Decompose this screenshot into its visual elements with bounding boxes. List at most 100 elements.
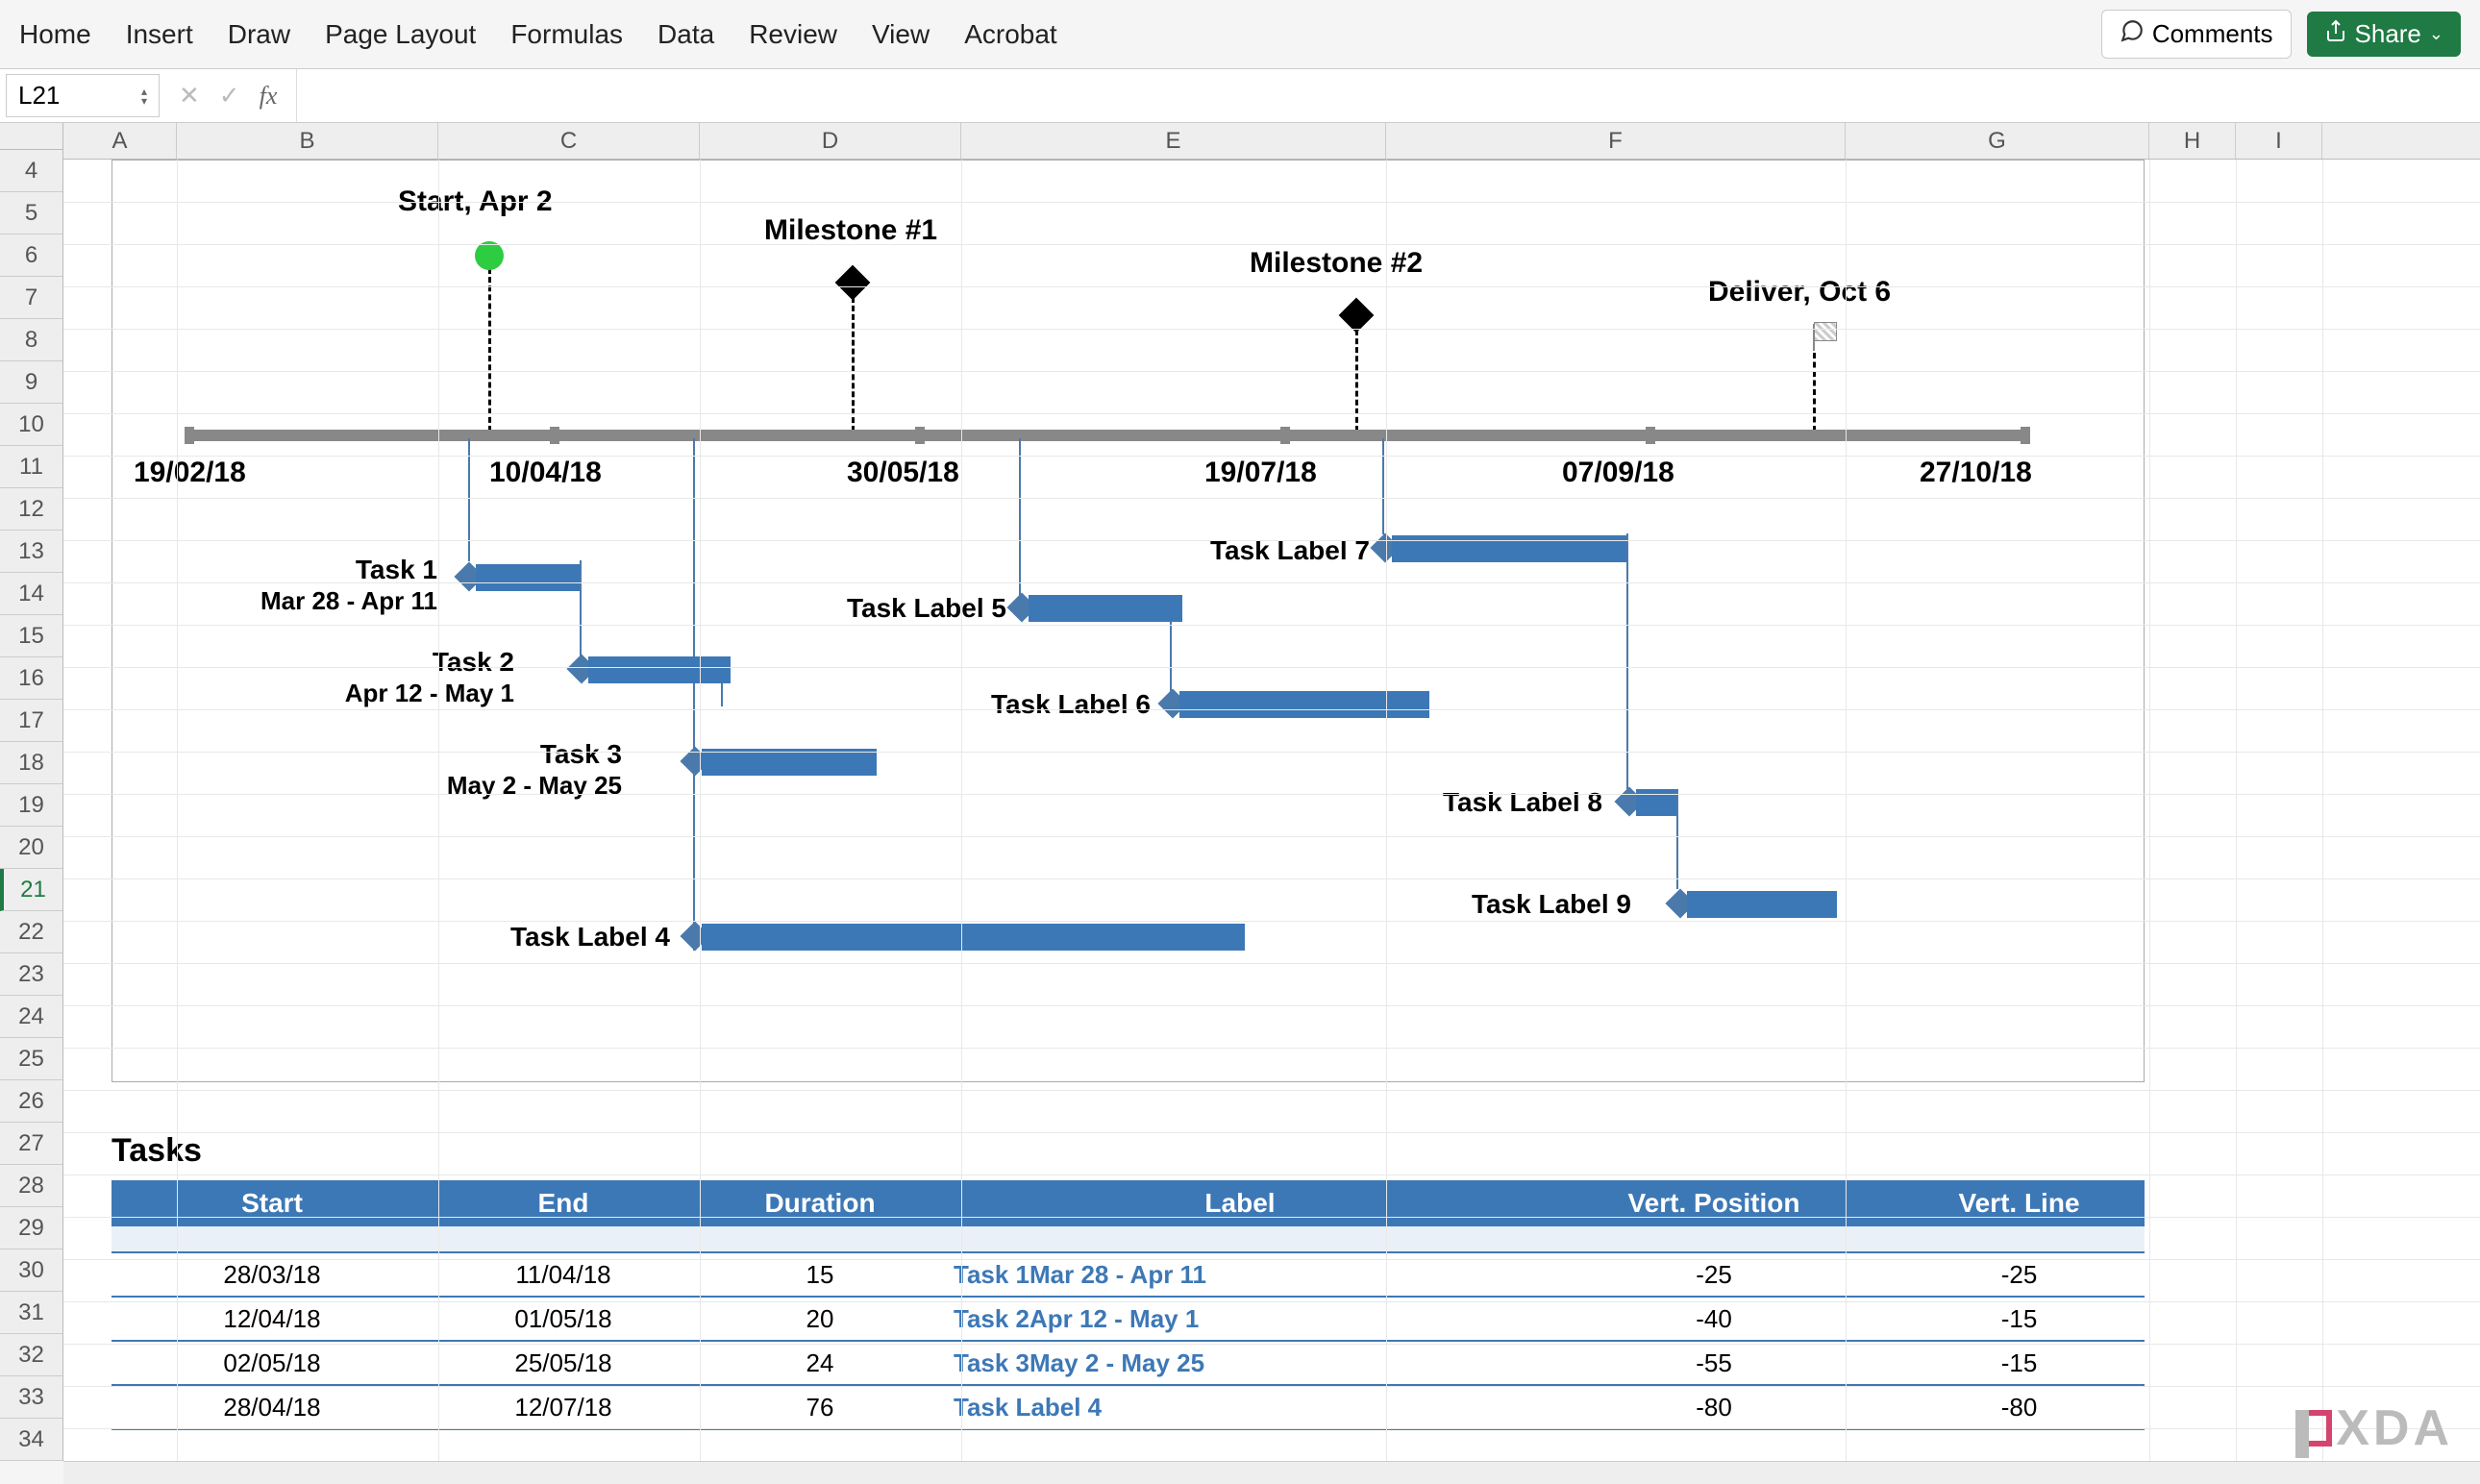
cell-duration[interactable]: 20 <box>694 1304 946 1334</box>
row-header-28[interactable]: 28 <box>0 1165 62 1207</box>
table-row[interactable]: 12/04/1801/05/1820Task 2Apr 12 - May 1-4… <box>112 1298 2145 1342</box>
tab-home[interactable]: Home <box>19 19 91 50</box>
row-header-20[interactable]: 20 <box>0 827 62 869</box>
cell-vert-line[interactable]: -80 <box>1894 1393 2145 1422</box>
formula-input[interactable] <box>296 69 2480 122</box>
row-header-23[interactable]: 23 <box>0 953 62 996</box>
tab-page-layout[interactable]: Page Layout <box>325 19 476 50</box>
th-end[interactable]: End <box>433 1188 694 1219</box>
cell-label[interactable]: Task 3May 2 - May 25 <box>946 1348 1534 1378</box>
col-header-A[interactable]: A <box>63 123 177 159</box>
tab-acrobat[interactable]: Acrobat <box>964 19 1057 50</box>
cell-vert-position[interactable]: -40 <box>1534 1304 1894 1334</box>
row-header-25[interactable]: 25 <box>0 1038 62 1080</box>
cell-duration[interactable]: 15 <box>694 1260 946 1290</box>
row-header-21[interactable]: 21 <box>0 869 62 911</box>
row-header-27[interactable]: 27 <box>0 1123 62 1165</box>
cell-end[interactable]: 01/05/18 <box>433 1304 694 1334</box>
cell-vert-line[interactable]: -15 <box>1894 1304 2145 1334</box>
row-header-8[interactable]: 8 <box>0 319 62 361</box>
row-header-4[interactable]: 4 <box>0 150 62 192</box>
col-header-E[interactable]: E <box>961 123 1386 159</box>
cell-start[interactable]: 02/05/18 <box>112 1348 433 1378</box>
cell-vert-position[interactable]: -25 <box>1534 1260 1894 1290</box>
row-header-31[interactable]: 31 <box>0 1292 62 1334</box>
row-header-26[interactable]: 26 <box>0 1080 62 1123</box>
row-header-34[interactable]: 34 <box>0 1419 62 1461</box>
confirm-icon[interactable]: ✓ <box>219 81 240 111</box>
cell-vert-line[interactable]: -15 <box>1894 1348 2145 1378</box>
row-header-6[interactable]: 6 <box>0 235 62 277</box>
cell-end[interactable]: 25/05/18 <box>433 1348 694 1378</box>
col-header-I[interactable]: I <box>2236 123 2322 159</box>
cell-start[interactable]: 28/04/18 <box>112 1393 433 1422</box>
comments-button[interactable]: Comments <box>2101 10 2292 59</box>
col-header-F[interactable]: F <box>1386 123 1846 159</box>
timeline-chart[interactable]: Start, Apr 2 Milestone #1 Milestone #2 D… <box>112 160 2145 1082</box>
col-header-H[interactable]: H <box>2149 123 2236 159</box>
task1-label: Task 1Mar 28 - Apr 11 <box>218 555 437 616</box>
tab-insert[interactable]: Insert <box>126 19 193 50</box>
cell-vert-position[interactable]: -80 <box>1534 1393 1894 1422</box>
th-vert-position[interactable]: Vert. Position <box>1534 1188 1894 1219</box>
tab-view[interactable]: View <box>872 19 930 50</box>
th-vert-line[interactable]: Vert. Line <box>1894 1188 2145 1219</box>
horizontal-scrollbar[interactable] <box>63 1461 2480 1484</box>
col-header-G[interactable]: G <box>1846 123 2149 159</box>
col-header-D[interactable]: D <box>700 123 961 159</box>
th-duration[interactable]: Duration <box>694 1188 946 1219</box>
row-header-29[interactable]: 29 <box>0 1207 62 1249</box>
row-header-24[interactable]: 24 <box>0 996 62 1038</box>
row-header-13[interactable]: 13 <box>0 531 62 573</box>
cell-start[interactable]: 12/04/18 <box>112 1304 433 1334</box>
cell-start[interactable]: 28/03/18 <box>112 1260 433 1290</box>
row-header-18[interactable]: 18 <box>0 742 62 784</box>
row-header-33[interactable]: 33 <box>0 1376 62 1419</box>
share-button[interactable]: Share ⌄ <box>2307 12 2461 57</box>
cell-duration[interactable]: 76 <box>694 1393 946 1422</box>
name-box-value: L21 <box>18 81 60 111</box>
table-row[interactable]: 02/05/1825/05/1824Task 3May 2 - May 25-5… <box>112 1342 2145 1386</box>
select-all-corner[interactable] <box>0 123 63 150</box>
fx-icon[interactable]: fx <box>260 82 278 111</box>
cell-label[interactable]: Task 1Mar 28 - Apr 11 <box>946 1260 1534 1290</box>
cell-vert-line[interactable]: -25 <box>1894 1260 2145 1290</box>
row-header-19[interactable]: 19 <box>0 784 62 827</box>
row-header-17[interactable]: 17 <box>0 700 62 742</box>
tab-data[interactable]: Data <box>657 19 714 50</box>
row-header-16[interactable]: 16 <box>0 657 62 700</box>
cells-area[interactable]: Start, Apr 2 Milestone #1 Milestone #2 D… <box>63 160 2480 1461</box>
cell-label[interactable]: Task Label 4 <box>946 1393 1534 1422</box>
name-box[interactable]: L21 ▴▾ <box>6 74 160 117</box>
name-box-spinner[interactable]: ▴▾ <box>141 87 147 106</box>
row-header-32[interactable]: 32 <box>0 1334 62 1376</box>
row-header-10[interactable]: 10 <box>0 404 62 446</box>
task2-label: Task 2Apr 12 - May 1 <box>295 647 514 708</box>
cell-vert-position[interactable]: -55 <box>1534 1348 1894 1378</box>
row-header-5[interactable]: 5 <box>0 192 62 235</box>
row-header-7[interactable]: 7 <box>0 277 62 319</box>
cell-duration[interactable]: 24 <box>694 1348 946 1378</box>
cancel-icon[interactable]: ✕ <box>179 81 200 111</box>
row-header-22[interactable]: 22 <box>0 911 62 953</box>
row-header-15[interactable]: 15 <box>0 615 62 657</box>
dropline-m2 <box>1355 330 1358 432</box>
row-header-9[interactable]: 9 <box>0 361 62 404</box>
cell-label[interactable]: Task 2Apr 12 - May 1 <box>946 1304 1534 1334</box>
chevron-down-icon: ⌄ <box>2429 24 2443 44</box>
tab-formulas[interactable]: Formulas <box>510 19 623 50</box>
tab-draw[interactable]: Draw <box>228 19 290 50</box>
cell-end[interactable]: 11/04/18 <box>433 1260 694 1290</box>
cell-end[interactable]: 12/07/18 <box>433 1393 694 1422</box>
col-header-C[interactable]: C <box>438 123 700 159</box>
row-header-14[interactable]: 14 <box>0 573 62 615</box>
tab-review[interactable]: Review <box>749 19 837 50</box>
th-label[interactable]: Label <box>946 1188 1534 1219</box>
row-header-30[interactable]: 30 <box>0 1249 62 1292</box>
th-start[interactable]: Start <box>112 1188 433 1219</box>
col-header-B[interactable]: B <box>177 123 438 159</box>
row-header-12[interactable]: 12 <box>0 488 62 531</box>
table-row[interactable]: 28/04/1812/07/1876Task Label 4-80-80 <box>112 1386 2145 1430</box>
milestone-1-label: Milestone #1 <box>764 214 937 247</box>
row-header-11[interactable]: 11 <box>0 446 62 488</box>
